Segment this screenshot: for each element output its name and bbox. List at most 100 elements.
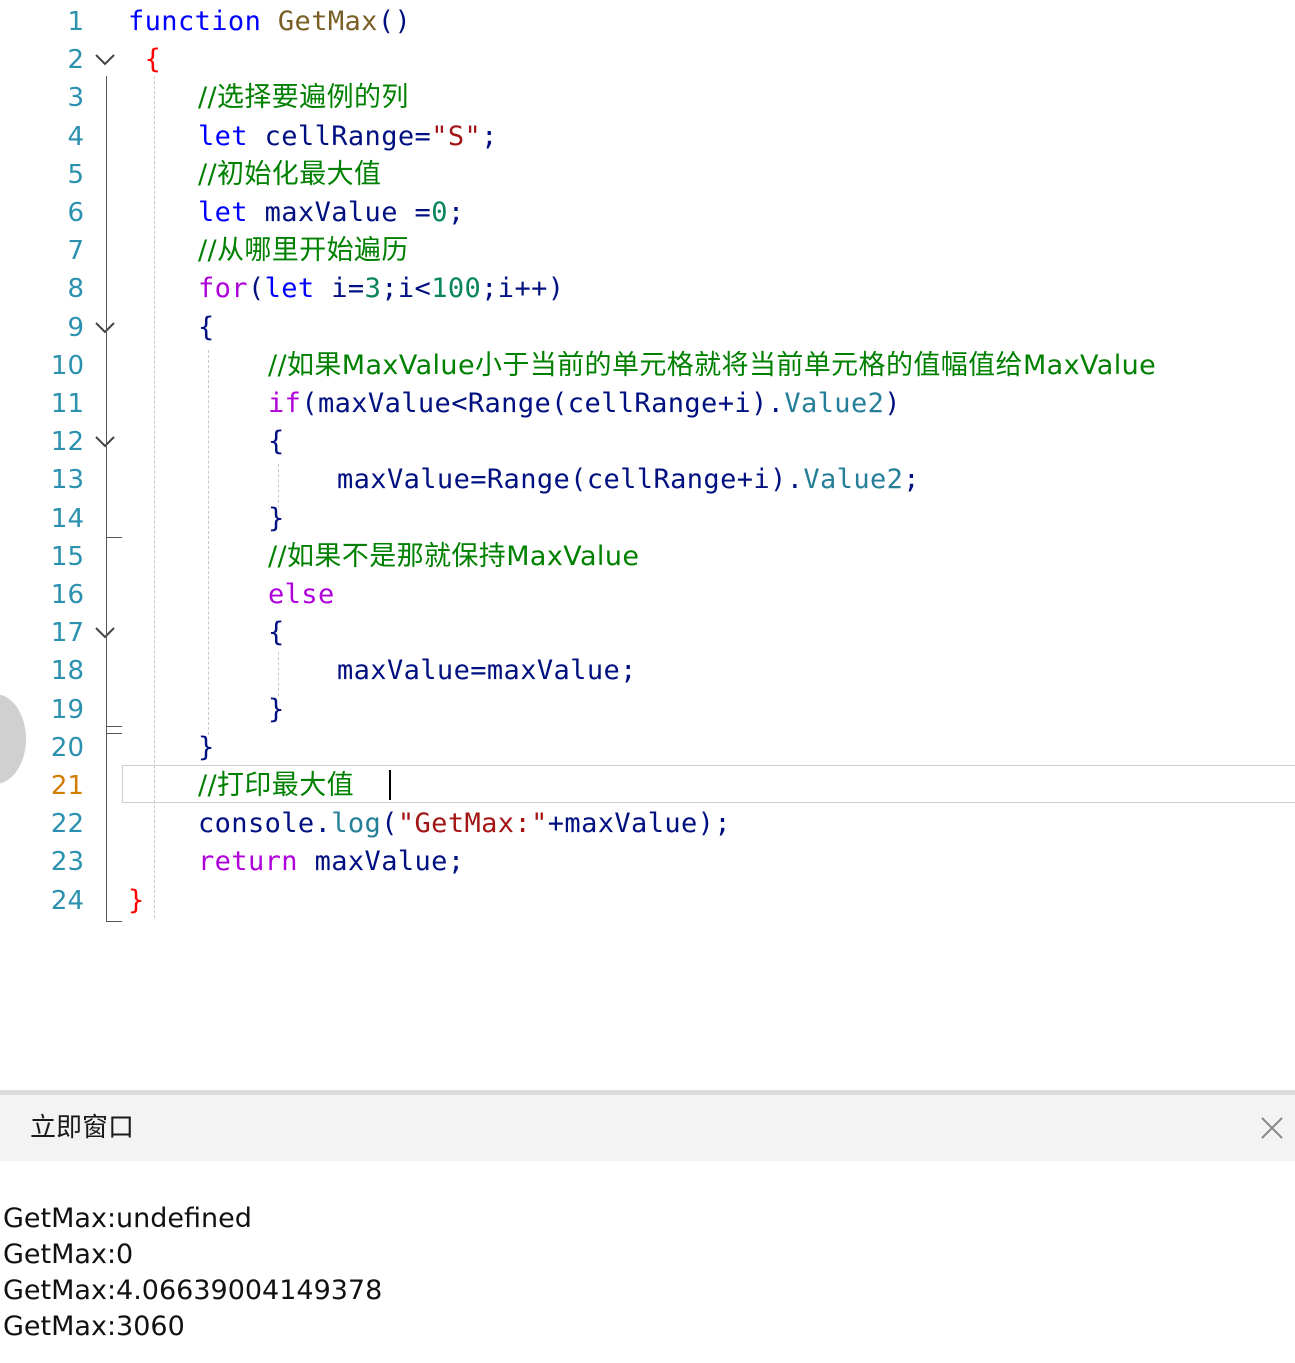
- code-line[interactable]: 18 maxValue=maxValue;: [0, 652, 1295, 690]
- immediate-window-title: 立即窗口: [30, 1113, 135, 1143]
- line-number: 14: [50, 503, 84, 534]
- indent-guide: [278, 464, 279, 508]
- code-line[interactable]: 13 maxValue=Range(cellRange+i).Value2;: [0, 461, 1295, 499]
- code-token: maxValue=maxValue;: [337, 655, 637, 687]
- code-token: "S": [431, 120, 482, 152]
- code-line[interactable]: 2 {: [0, 41, 1295, 79]
- code-line[interactable]: 8 for(let i=3;i<100;i++): [0, 270, 1295, 308]
- immediate-window-header: 立即窗口: [0, 1095, 1295, 1161]
- indent-guide: [154, 76, 155, 918]
- code-line[interactable]: 17 {: [0, 614, 1295, 652]
- fold-chevron-down-icon[interactable]: [94, 318, 116, 338]
- code-text: //如果MaxValue小于当前的单元格就将当前单元格的值幅值给MaxValue: [268, 347, 1156, 385]
- code-text: let cellRange="S";: [198, 118, 498, 156]
- line-number: 9: [67, 312, 84, 343]
- code-line[interactable]: 11 if(maxValue<Range(cellRange+i).Value2): [0, 385, 1295, 423]
- code-token: {: [268, 617, 285, 649]
- line-number: 12: [50, 427, 84, 458]
- code-line[interactable]: 1 function GetMax(): [0, 3, 1295, 41]
- output-line: GetMax:3060: [3, 1311, 185, 1342]
- output-line: GetMax:4.06639004149378: [3, 1275, 383, 1306]
- fold-chevron-down-icon[interactable]: [94, 623, 116, 643]
- immediate-window-output[interactable]: GetMax:undefined GetMax:0 GetMax:4.06639…: [0, 1161, 1295, 1363]
- code-token: ;: [447, 197, 465, 228]
- code-line[interactable]: 10 //如果MaxValue小于当前的单元格就将当前单元格的值幅值给MaxVal…: [0, 347, 1295, 385]
- code-token: ;i<: [381, 273, 432, 305]
- code-editor[interactable]: 1 function GetMax() 2 {3//选择要遍例的列 4 let cell…: [0, 0, 1295, 1090]
- code-line[interactable]: 12 {: [0, 423, 1295, 461]
- code-line[interactable]: 21//打印最大值: [0, 767, 1295, 805]
- code-text: //打印最大值: [198, 767, 354, 805]
- indent-guide: [278, 652, 279, 696]
- code-line[interactable]: 15 //如果不是那就保持MaxValue: [0, 538, 1295, 576]
- code-text: for(let i=3;i<100;i++): [198, 270, 564, 308]
- code-token: {: [144, 44, 162, 76]
- output-line: GetMax:0: [3, 1239, 134, 1270]
- fold-chevron-down-icon[interactable]: [94, 432, 116, 452]
- code-token: 3: [364, 273, 382, 305]
- line-number: 24: [50, 885, 84, 916]
- code-token: (: [381, 808, 398, 840]
- code-line[interactable]: 6 let maxValue =0;: [0, 194, 1295, 232]
- line-number: 2: [67, 45, 84, 76]
- code-token: log: [331, 808, 382, 840]
- line-number: 5: [67, 159, 84, 190]
- code-token: cellRange=: [247, 120, 432, 152]
- code-token: maxValue;: [297, 846, 465, 878]
- code-token: (maxValue<Range(cellRange+i).: [301, 388, 785, 419]
- code-text: {: [128, 41, 161, 79]
- line-number: 8: [67, 274, 84, 305]
- code-token: //初始化最大值: [198, 158, 382, 190]
- line-number: 16: [50, 580, 84, 610]
- fold-region-end: [106, 537, 122, 538]
- code-token: else: [268, 579, 335, 610]
- code-token: }: [268, 693, 285, 725]
- code-line[interactable]: 9{: [0, 309, 1295, 347]
- code-token: }: [128, 884, 145, 916]
- code-line[interactable]: 16 else: [0, 576, 1295, 614]
- code-token: i=: [314, 273, 365, 305]
- code-text: //从哪里开始遍历: [198, 232, 409, 270]
- line-number: 18: [50, 656, 84, 687]
- code-token: maxValue =: [247, 197, 432, 228]
- code-token: ;: [481, 120, 498, 152]
- fold-chevron-down-icon[interactable]: [94, 50, 116, 70]
- code-token: let: [198, 197, 248, 228]
- code-line[interactable]: 22 console.log("GetMax:"+maxValue);: [0, 805, 1295, 843]
- code-token: 100: [431, 273, 482, 305]
- code-token: //如果MaxValue小于当前的单元格就将当前单元格的值幅值给MaxValue: [268, 349, 1157, 381]
- code-text: function GetMax(): [128, 3, 411, 41]
- line-number: 7: [67, 236, 84, 267]
- code-line[interactable]: 14}: [0, 500, 1295, 538]
- text-caret: [389, 770, 391, 800]
- code-token: return: [198, 846, 298, 878]
- code-line[interactable]: 4 let cellRange="S";: [0, 118, 1295, 156]
- line-number: 11: [50, 389, 84, 419]
- code-text: if(maxValue<Range(cellRange+i).Value2): [268, 385, 901, 423]
- code-token: (): [377, 6, 412, 37]
- code-line[interactable]: 5 //初始化最大值: [0, 156, 1295, 194]
- code-line[interactable]: 3 //选择要遍例的列: [0, 79, 1295, 117]
- close-icon[interactable]: [1257, 1113, 1287, 1143]
- output-line: GetMax:undefined: [3, 1203, 252, 1234]
- code-token: Value2: [784, 388, 885, 419]
- fold-region-end: [106, 726, 122, 727]
- code-line[interactable]: 23 return maxValue;: [0, 843, 1295, 881]
- code-token: //打印最大值: [198, 770, 354, 801]
- code-line[interactable]: 24}: [0, 882, 1295, 920]
- code-token: "GetMax:": [397, 808, 548, 840]
- line-number: 13: [50, 465, 84, 496]
- code-line[interactable]: 20}: [0, 729, 1295, 767]
- code-line[interactable]: 19}: [0, 691, 1295, 729]
- code-token: }: [268, 502, 285, 534]
- code-token: let: [264, 273, 315, 305]
- code-text: }: [198, 729, 215, 767]
- code-token: 0: [431, 197, 448, 228]
- code-token: ;i++): [481, 273, 565, 305]
- code-token: for: [198, 273, 248, 305]
- code-text: let maxValue =0;: [198, 194, 465, 232]
- fold-region-end: [106, 921, 122, 922]
- indent-guide: [208, 350, 209, 735]
- code-line[interactable]: 7 //从哪里开始遍历: [0, 232, 1295, 270]
